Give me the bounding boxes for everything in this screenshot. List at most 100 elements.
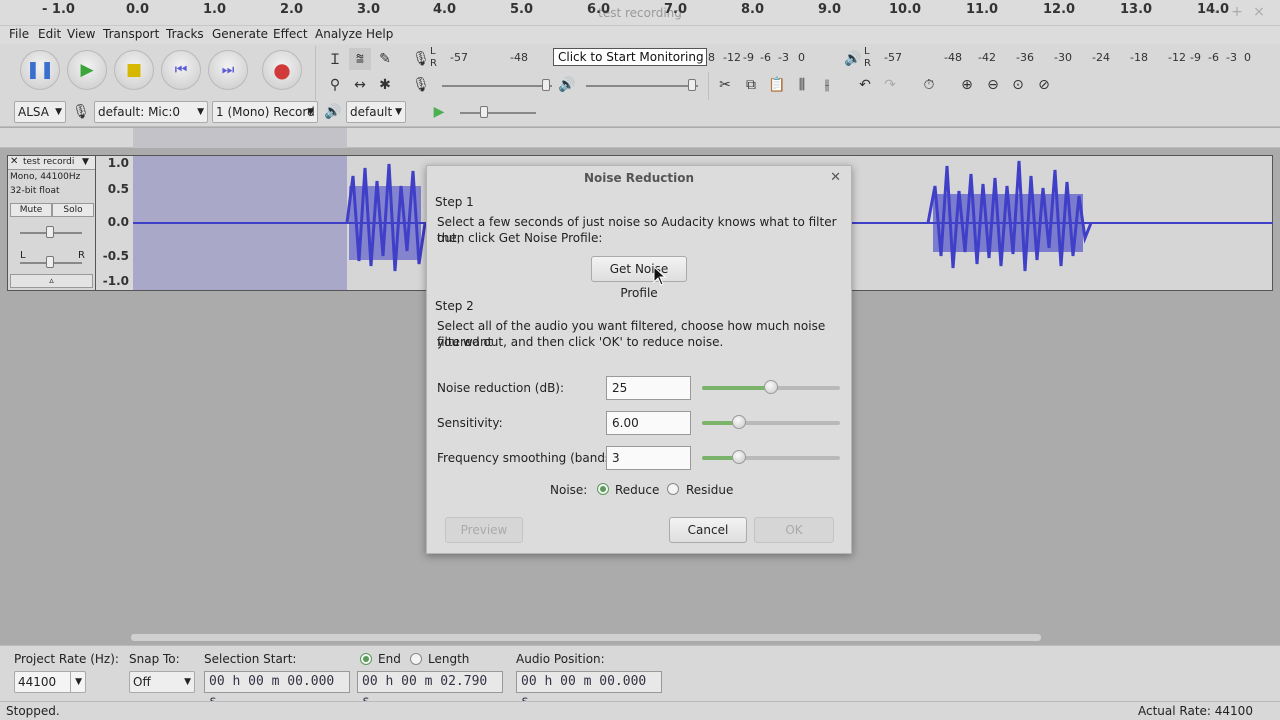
zoom-tool[interactable]: ⚲	[324, 74, 346, 96]
chevron-down-icon: ▼	[184, 677, 191, 687]
pause-button[interactable]: ❚❚	[20, 50, 60, 90]
playback-device-select[interactable]: default ▼	[346, 101, 406, 123]
cut-button[interactable]: ✂	[714, 74, 736, 96]
menu-help[interactable]: Help	[366, 27, 393, 41]
horizontal-scrollbar[interactable]	[130, 633, 1042, 642]
trim-button[interactable]: ⫼	[791, 74, 813, 96]
sync-lock-button[interactable]: ⏱	[918, 74, 940, 96]
envelope-tool[interactable]: ⩰	[349, 48, 371, 70]
noise-reduction-slider[interactable]	[702, 380, 840, 394]
audio-position-field[interactable]: 00 h 00 m 00.000 s	[516, 671, 662, 709]
record-meter-mic-icon[interactable]: 🎙	[410, 48, 432, 70]
stop-button[interactable]: ■	[114, 50, 154, 90]
menu-generate[interactable]: Generate	[212, 27, 268, 41]
slider-thumb[interactable]	[46, 256, 54, 268]
menu-view[interactable]: View	[67, 27, 95, 41]
track-menu-chevron-icon[interactable]: ▼	[82, 157, 89, 167]
mute-button[interactable]: Mute	[10, 203, 52, 217]
record-meter[interactable]: -57 -48 Click to Start Monitoring 8 -12 …	[440, 48, 820, 66]
multi-tool[interactable]: ✱	[374, 74, 396, 96]
copy-button[interactable]: ⧉	[740, 74, 762, 96]
collapse-track-button[interactable]: ▵	[10, 274, 93, 288]
fit-selection-button[interactable]: ⊙	[1007, 74, 1029, 96]
sensitivity-input[interactable]: 6.00	[606, 411, 691, 435]
silence-button[interactable]: ⫲	[816, 74, 838, 96]
play-at-speed-button[interactable]: ▶	[428, 101, 450, 123]
paste-button[interactable]: 📋	[766, 74, 788, 96]
ruler-tick: 10.0	[889, 2, 922, 17]
play-button[interactable]: ▶	[67, 50, 107, 90]
record-button[interactable]: ●	[262, 50, 302, 90]
menu-edit[interactable]: Edit	[38, 27, 61, 41]
timeshift-tool[interactable]: ↔	[349, 74, 371, 96]
playback-meter-speaker-icon[interactable]: 🔊	[842, 48, 864, 70]
gain-slider[interactable]	[20, 226, 82, 238]
cancel-button[interactable]: Cancel	[669, 517, 747, 543]
record-meter-tick: -48	[510, 51, 528, 64]
preview-button[interactable]: Preview	[445, 517, 523, 543]
menu-transport[interactable]: Transport	[103, 27, 159, 41]
end-radio[interactable]	[360, 653, 372, 665]
fit-project-button[interactable]: ⊘	[1033, 74, 1055, 96]
noise-reduction-input[interactable]: 25	[606, 376, 691, 400]
solo-button[interactable]: Solo	[52, 203, 94, 217]
playback-meter[interactable]: -57 -48 -42 -36 -30 -24 -18 -12 -9 -6 -3…	[874, 50, 1264, 66]
skip-start-button[interactable]: ⏮	[161, 50, 201, 90]
slider-thumb[interactable]	[480, 106, 488, 118]
reduce-radio[interactable]	[597, 483, 609, 495]
menu-effect[interactable]: Effect	[273, 27, 308, 41]
slider-thumb[interactable]	[688, 79, 696, 91]
amplitude-scale[interactable]: 1.0 0.5 0.0 -0.5 -1.0	[96, 155, 133, 291]
undo-button[interactable]: ↶	[854, 74, 876, 96]
close-window-button[interactable]: ×	[1251, 4, 1267, 20]
track-close-icon[interactable]: ✕	[10, 156, 18, 167]
redo-button[interactable]: ↷	[879, 74, 901, 96]
dialog-title: Noise Reduction	[583, 171, 695, 185]
slider-thumb[interactable]	[46, 226, 54, 238]
residue-radio[interactable]	[667, 483, 679, 495]
frequency-smoothing-slider-thumb[interactable]	[732, 450, 747, 464]
skip-end-icon: ⏭	[221, 62, 235, 78]
skip-end-button[interactable]: ⏭	[208, 50, 248, 90]
menu-analyze[interactable]: Analyze	[315, 27, 362, 41]
recording-device-select[interactable]: default: Mic:0 ▼	[94, 101, 208, 123]
frequency-smoothing-slider[interactable]	[702, 450, 840, 464]
zoom-in-button[interactable]: ⊕	[956, 74, 978, 96]
ok-button[interactable]: OK	[754, 517, 834, 543]
sensitivity-slider[interactable]	[702, 415, 840, 429]
slider-thumb[interactable]	[542, 79, 550, 91]
chevron-down-icon: ▼	[307, 107, 314, 117]
dialog-close-icon[interactable]: ✕	[830, 170, 841, 185]
track-control-panel[interactable]: ✕ test recordi ▼ Mono, 44100Hz 32-bit fl…	[7, 155, 96, 291]
meter-channel-r: R	[864, 58, 871, 69]
maximize-button[interactable]: +	[1229, 4, 1245, 20]
record-meter-tick: -57	[450, 51, 468, 64]
zoom-out-button[interactable]: ⊖	[982, 74, 1004, 96]
draw-tool[interactable]: ✎	[374, 48, 396, 70]
menu-bar: File Edit View Transport Tracks Generate…	[0, 26, 1280, 44]
play-speed-slider[interactable]	[460, 106, 536, 118]
recording-channels-select[interactable]: 1 (Mono) Record ▼	[212, 101, 318, 123]
get-noise-profile-button[interactable]: Get Noise Profile	[591, 256, 687, 300]
sensitivity-slider-thumb[interactable]	[732, 415, 747, 429]
play-meter-tick: -9	[1190, 51, 1201, 64]
reduce-label: Reduce	[615, 483, 660, 497]
monitoring-tooltip[interactable]: Click to Start Monitoring	[553, 48, 707, 66]
length-radio[interactable]	[410, 653, 422, 665]
noise-reduction-slider-thumb[interactable]	[764, 380, 778, 394]
snap-to-select[interactable]: Off ▼	[129, 671, 195, 693]
menu-tracks[interactable]: Tracks	[166, 27, 204, 41]
track-name-bar[interactable]: ✕ test recordi ▼	[8, 156, 95, 170]
step2-heading: Step 2	[435, 299, 474, 313]
record-volume-slider[interactable]	[442, 79, 552, 91]
playback-volume-slider[interactable]	[586, 79, 698, 91]
ruler-tick: - 1.0	[42, 2, 75, 17]
selection-start-field[interactable]: 00 h 00 m 00.000 s	[204, 671, 350, 709]
frequency-smoothing-input[interactable]: 3	[606, 446, 691, 470]
selection-end-field[interactable]: 00 h 00 m 02.790 s	[357, 671, 503, 709]
pan-slider[interactable]	[20, 256, 82, 268]
menu-file[interactable]: File	[9, 27, 29, 41]
selection-tool[interactable]: Ｉ	[324, 48, 346, 70]
project-rate-combo[interactable]: 44100 ▼	[14, 671, 86, 693]
audio-host-select[interactable]: ALSA ▼	[14, 101, 66, 123]
